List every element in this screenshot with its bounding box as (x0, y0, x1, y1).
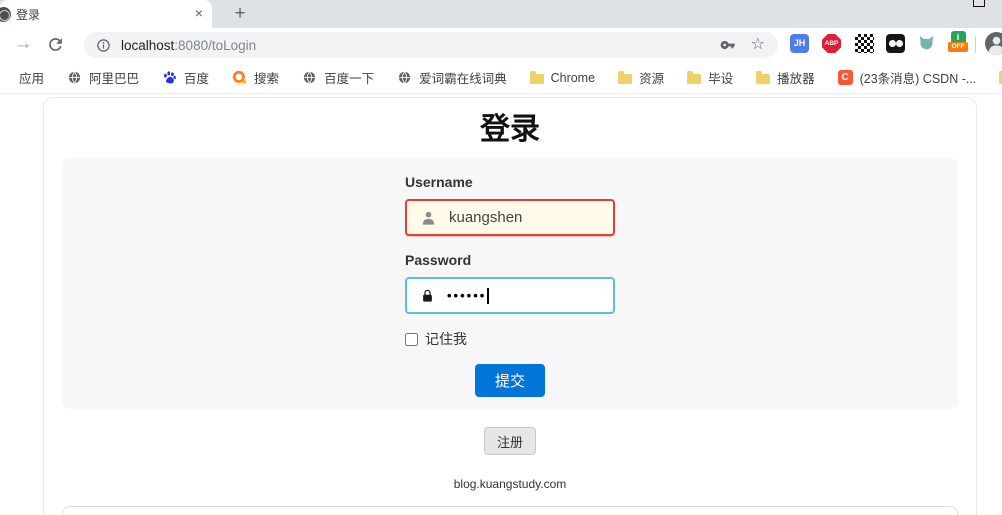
baidu-paw-icon (162, 70, 177, 85)
tab-close-icon[interactable]: × (190, 5, 208, 23)
folder-icon (687, 74, 701, 84)
submit-button[interactable]: 提交 (475, 364, 545, 397)
register-row: 注册 (44, 427, 976, 455)
login-card: 登录 Username kuangshen Password (43, 97, 977, 515)
bookmark-folder-ziyuan[interactable]: 资源 (611, 65, 671, 90)
folder-icon (530, 74, 544, 84)
bookmark-baidu[interactable]: 百度 (155, 65, 216, 90)
user-icon (420, 209, 437, 226)
bookmark-csdn[interactable]: C (23条消息) CSDN -... (831, 65, 984, 90)
url-text[interactable]: localhost:8080/toLogin (121, 38, 256, 53)
password-input[interactable]: •••••• (405, 277, 615, 314)
site-footer-text: blog.kuangstudy.com (44, 477, 976, 491)
globe-icon (397, 70, 412, 85)
browser-window: 登录 × + → localhost:8080/toLogin ☆ (0, 0, 1002, 515)
avatar-person-icon (985, 32, 1002, 55)
remember-me-label: 记住我 (425, 329, 467, 349)
bookmarks-bar: 应用 阿里巴巴 百度 搜索 百度一下 爱词霸在线词典 C (0, 62, 1002, 94)
folder-icon (756, 74, 770, 84)
toolbar-separator (975, 36, 976, 53)
bookmark-folder-chrome[interactable]: Chrome (523, 68, 602, 88)
lock-icon (420, 288, 435, 304)
remember-me-row: 记住我 (405, 330, 615, 348)
password-label: Password (405, 252, 615, 269)
reload-button[interactable] (46, 35, 66, 55)
remember-me-checkbox[interactable] (405, 333, 418, 346)
csdn-icon: C (838, 70, 853, 85)
browser-toolbar: → localhost:8080/toLogin ☆ JH ABP (0, 28, 1002, 62)
bottom-panel (62, 506, 958, 515)
bookmark-search[interactable]: 搜索 (225, 65, 286, 90)
bookmark-folder-player[interactable]: 播放器 (749, 65, 822, 90)
bookmark-baidu-yixia[interactable]: 百度一下 (295, 65, 381, 90)
bookmark-iciba[interactable]: 爱词霸在线词典 (390, 65, 514, 90)
bookmark-alibaba[interactable]: 阿里巴巴 (60, 65, 146, 90)
url-path: :8080/toLogin (174, 38, 256, 53)
page-title: 登录 (44, 111, 976, 148)
login-form-panel: Username kuangshen Password •••••• (62, 158, 958, 409)
address-bar[interactable]: localhost:8080/toLogin ☆ (84, 32, 778, 58)
extension-qr-code-icon[interactable] (855, 34, 874, 53)
page-info-icon[interactable] (96, 38, 111, 53)
password-manager-key-icon[interactable] (720, 37, 736, 53)
bookmark-folder-bishe[interactable]: 毕设 (680, 65, 740, 90)
extension-cat-icon[interactable] (917, 33, 936, 52)
submit-row: 提交 (405, 364, 615, 397)
page-content: 登录 Username kuangshen Password (0, 94, 1002, 515)
form-column: Username kuangshen Password •••••• (405, 174, 615, 397)
extension-translate-off-icon[interactable]: i OFF (948, 31, 968, 55)
tab-strip: 登录 × + (0, 0, 1002, 28)
new-tab-button[interactable]: + (228, 2, 252, 26)
register-button[interactable]: 注册 (484, 427, 536, 455)
extension-owl-eyes-icon[interactable] (886, 34, 905, 53)
password-value: •••••• (447, 288, 486, 303)
tab-favicon-icon (0, 7, 11, 22)
username-input[interactable]: kuangshen (405, 199, 615, 236)
username-value: kuangshen (449, 209, 522, 226)
tab-title: 登录 (16, 6, 40, 23)
globe-icon (67, 70, 82, 85)
browser-tab[interactable]: 登录 × (0, 0, 212, 28)
profile-avatar[interactable] (985, 32, 1002, 55)
url-domain: localhost (121, 38, 174, 53)
username-label: Username (405, 174, 615, 191)
extension-off-badge: OFF (948, 42, 968, 52)
bookmark-star-icon[interactable]: ☆ (751, 34, 765, 54)
folder-icon (618, 74, 632, 84)
reload-icon (46, 35, 65, 54)
extension-adblock-icon[interactable]: ABP (822, 34, 841, 53)
bookmark-folder-wenxian[interactable]: 文献 (992, 65, 1002, 90)
orange-ring-icon (232, 70, 247, 85)
window-maximize-icon[interactable] (973, 0, 985, 7)
forward-button[interactable]: → (10, 31, 36, 57)
extension-jh-icon[interactable]: JH (790, 34, 809, 53)
globe-icon (302, 70, 317, 85)
text-cursor (487, 288, 489, 304)
bookmark-apps[interactable]: 应用 (12, 65, 51, 90)
